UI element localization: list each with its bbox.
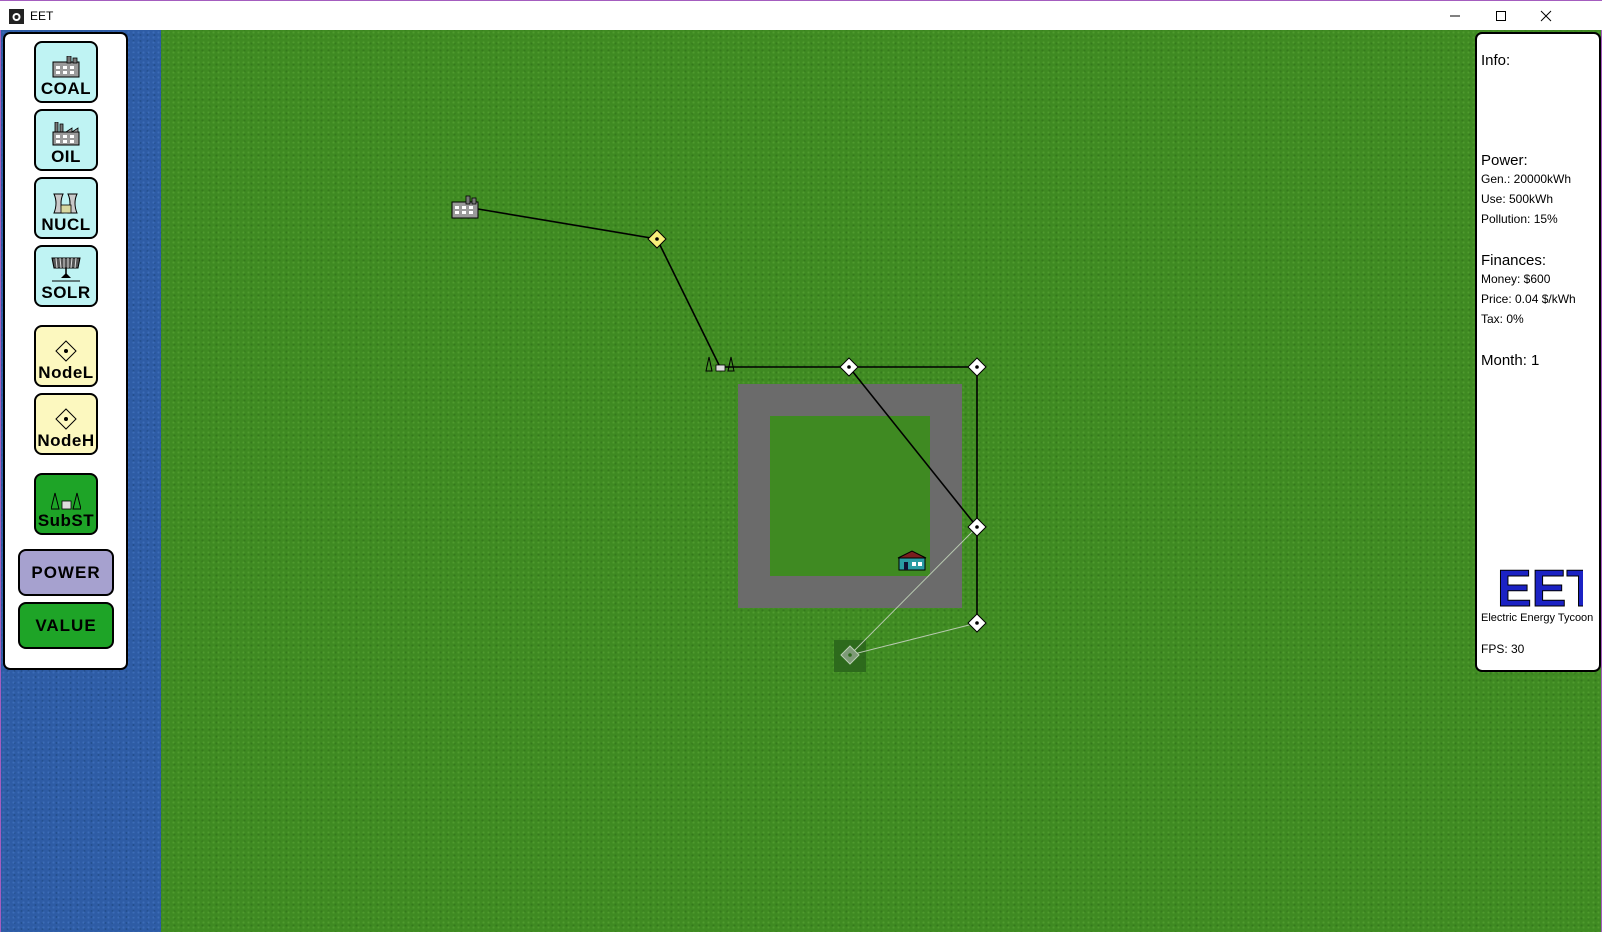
coal-label: COAL — [40, 79, 92, 98]
info-heading: Info: — [1481, 52, 1511, 69]
oil-plant-icon — [52, 122, 80, 146]
oil-label: OIL — [51, 147, 81, 166]
nucl-label: NUCL — [41, 215, 91, 234]
month-value: Month: 1 — [1481, 352, 1540, 369]
oil-button[interactable]: OIL — [34, 109, 98, 171]
logo-subtitle: Electric Energy Tycoon — [1481, 612, 1594, 624]
node-icon — [55, 340, 77, 362]
substation-icon — [51, 492, 81, 510]
power-heading: Power: — [1481, 152, 1528, 169]
solar-panel-icon — [51, 257, 81, 282]
power-button[interactable]: POWER — [18, 549, 114, 596]
subst-button[interactable]: SubST — [34, 473, 98, 535]
node-white[interactable] — [839, 357, 859, 377]
generation-value: Gen.: 20000kWh — [1481, 172, 1572, 186]
info-panel: Info: Power: Gen.: 20000kWh Use: 500kWh … — [1475, 32, 1601, 672]
coal-plant-icon[interactable] — [451, 195, 479, 219]
nodel-button[interactable]: NodeL — [34, 325, 98, 387]
pollution-value: Pollution: 15% — [1481, 212, 1558, 226]
build-toolbar: COAL OIL NUCL SOLR NodeL NodeH SubST POW… — [3, 32, 128, 670]
nodeh-label: NodeH — [37, 431, 95, 450]
price-value: Price: 0.04 $/kWh — [1481, 292, 1576, 306]
substation-icon[interactable] — [705, 356, 735, 372]
fps-value: FPS: 30 — [1481, 642, 1525, 656]
value-label: VALUE — [35, 615, 97, 635]
road-inner-lot — [770, 416, 930, 576]
nodel-label: NodeL — [38, 363, 94, 382]
coal-plant-icon — [52, 56, 80, 78]
node-white[interactable] — [967, 613, 987, 633]
solr-label: SOLR — [41, 283, 91, 302]
usage-value: Use: 500kWh — [1481, 192, 1554, 206]
money-value: Money: $600 — [1481, 272, 1551, 286]
eet-logo: EET — [1497, 562, 1583, 610]
power-label: POWER — [31, 562, 101, 582]
finances-heading: Finances: — [1481, 252, 1547, 269]
subst-label: SubST — [37, 511, 95, 530]
nuclear-plant-icon — [53, 193, 78, 214]
map-overlay — [451, 195, 987, 672]
node-icon — [55, 408, 77, 430]
node-white[interactable] — [967, 357, 987, 377]
nodeh-button[interactable]: NodeH — [34, 393, 98, 455]
nucl-button[interactable]: NUCL — [34, 177, 98, 239]
eet-logo-text: EET — [1497, 562, 1583, 610]
node-yellow[interactable] — [647, 229, 667, 249]
solr-button[interactable]: SOLR — [34, 245, 98, 307]
tax-value: Tax: 0% — [1481, 312, 1524, 326]
coal-button[interactable]: COAL — [34, 41, 98, 103]
value-button[interactable]: VALUE — [18, 602, 114, 649]
